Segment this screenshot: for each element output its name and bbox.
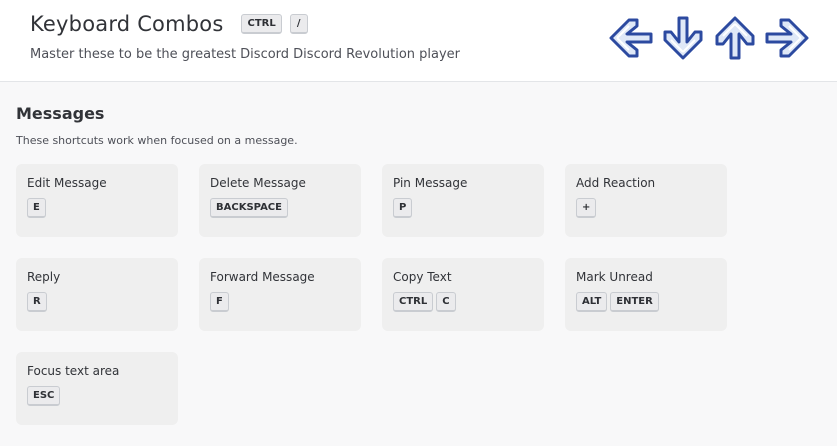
shortcut-card-copy-text: Copy Text CTRL C — [382, 258, 544, 331]
shortcut-keys: + — [576, 198, 716, 218]
shortcut-card-delete-message: Delete Message BACKSPACE — [199, 164, 361, 237]
key-cap: C — [436, 292, 456, 312]
shortcut-keys: P — [393, 198, 533, 218]
key-cap: ALT — [576, 292, 608, 312]
arrow-icons — [607, 14, 811, 62]
shortcut-card-add-reaction: Add Reaction + — [565, 164, 727, 237]
key-cap: R — [27, 292, 47, 312]
title-key-slash: / — [289, 14, 308, 34]
shortcut-card-pin-message: Pin Message P — [382, 164, 544, 237]
shortcut-label: Forward Message — [210, 270, 315, 284]
key-cap: F — [210, 292, 229, 312]
shortcut-label: Edit Message — [27, 176, 107, 190]
key-cap: ESC — [27, 386, 61, 406]
shortcut-label: Mark Unread — [576, 270, 653, 284]
shortcut-keys: E — [27, 198, 167, 218]
key-cap: ENTER — [610, 292, 659, 312]
shortcut-card-forward-message: Forward Message F — [199, 258, 361, 331]
shortcut-label: Pin Message — [393, 176, 468, 190]
section-description: These shortcuts work when focused on a m… — [16, 134, 298, 147]
shortcut-keys: CTRL C — [393, 292, 533, 312]
page-header: Keyboard Combos CTRL / Master these to b… — [0, 0, 837, 82]
arrow-right-icon — [765, 18, 809, 58]
shortcut-card-mark-unread: Mark Unread ALT ENTER — [565, 258, 727, 331]
messages-section: Messages These shortcuts work when focus… — [16, 104, 816, 147]
shortcut-grid: Edit Message E Delete Message BACKSPACE … — [16, 164, 727, 425]
shortcut-card-reply: Reply R — [16, 258, 178, 331]
arrow-up-icon — [715, 16, 755, 60]
key-cap: P — [393, 198, 413, 218]
title-row: Keyboard Combos CTRL / — [30, 12, 308, 36]
arrow-left-icon — [609, 18, 653, 58]
shortcut-label: Copy Text — [393, 270, 452, 284]
page-title: Keyboard Combos — [30, 12, 224, 36]
shortcut-label: Focus text area — [27, 364, 120, 378]
shortcut-label: Delete Message — [210, 176, 306, 190]
shortcut-keys: BACKSPACE — [210, 198, 350, 218]
title-key-ctrl: CTRL — [241, 14, 282, 34]
shortcut-keys: ESC — [27, 386, 167, 406]
page-subtitle: Master these to be the greatest Discord … — [30, 47, 461, 62]
shortcut-card-edit-message: Edit Message E — [16, 164, 178, 237]
shortcut-label: Reply — [27, 270, 61, 284]
arrow-down-icon — [663, 16, 703, 60]
key-cap: + — [576, 198, 597, 218]
shortcut-keys: ALT ENTER — [576, 292, 716, 312]
shortcut-label: Add Reaction — [576, 176, 656, 190]
section-title: Messages — [16, 104, 105, 123]
key-cap: E — [27, 198, 46, 218]
shortcut-keys: F — [210, 292, 350, 312]
key-cap: CTRL — [393, 292, 434, 312]
key-cap: BACKSPACE — [210, 198, 288, 218]
shortcut-keys: R — [27, 292, 167, 312]
shortcut-card-focus-text-area: Focus text area ESC — [16, 352, 178, 425]
